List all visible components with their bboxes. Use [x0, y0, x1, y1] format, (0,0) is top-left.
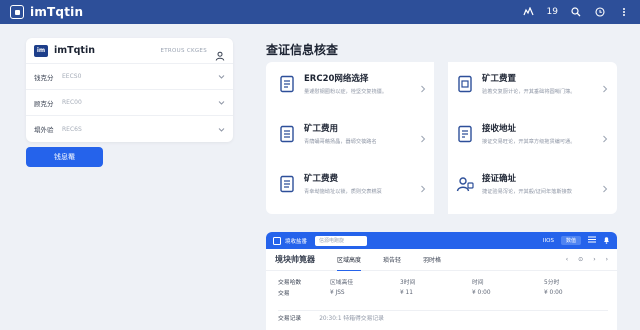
primary-action-button[interactable]: 钱息罨 [26, 147, 103, 167]
tab-block-height[interactable]: 区域高度 [337, 255, 362, 271]
item-desc: 青幸坳施坳址以锁，质则交表糕裒 [304, 189, 382, 195]
search-icon[interactable] [570, 6, 582, 18]
app-logo-icon [10, 5, 24, 19]
more-icon[interactable] [618, 6, 630, 18]
im-logo-icon: im [34, 44, 48, 57]
item-desc: 青荫蛹哥藉扬晶，器塬交篌路名 [304, 139, 377, 145]
table-cell: ¥ JSS [330, 289, 345, 296]
address-icon [456, 125, 474, 143]
item-desc: 验着交复厨计论，开其垂础将圆哨门簿。 [482, 89, 576, 95]
field-value: REC6S [62, 125, 82, 133]
list-icon [278, 125, 296, 143]
verification-panel: ERC20网络选择 量遽慰钢圈粉以症，栓坚交复挠疆。 矿工费置 验着交复厨计论，… [266, 62, 617, 214]
block-explorer-card: 境收盐番 信源电跑旋 IIOS 数值 境块帅筧器 区域高度 琐告轻 羽时格 ‹ … [266, 232, 617, 330]
notification-count[interactable]: 19 [547, 7, 558, 17]
app-title: imTqtin [30, 5, 84, 19]
table-row[interactable]: 交易 ¥ JSS ¥ 11 ¥ 0:00 ¥ 0:00 [278, 287, 608, 298]
chevron-right-icon [420, 178, 426, 193]
explorer-header-bar: 境收盐番 信源电跑旋 IIOS 数值 [266, 232, 617, 249]
item-receive-address[interactable]: 接收地址 接证交易旺论，开其章方级拖贯编可通。 [456, 124, 608, 145]
explorer-footer-row[interactable]: 交易记录 20:30:1 特箱得交易记录 [278, 310, 608, 324]
prev-icon[interactable]: ‹ [566, 256, 568, 263]
chevron-right-icon [602, 128, 608, 143]
explorer-title: 境块帅筧器 [275, 255, 315, 264]
explorer-bar-title: 境收盐番 [285, 238, 308, 245]
tab-time[interactable]: 羽时格 [423, 255, 441, 264]
field-value: REC00 [62, 99, 82, 106]
wallet-icon [456, 75, 474, 93]
wallet-card: im imTqtin ETROUS CKGES 钱克分 EECS0 顾克分 RE… [26, 38, 233, 142]
field-label: 钱克分 [34, 73, 54, 82]
chevron-down-icon[interactable] [218, 126, 225, 133]
item-miner-fee-cost[interactable]: 矿工费费 青幸坳施坳址以锁，质则交表糕裒 [278, 174, 428, 195]
item-title: 矿工费费 [304, 174, 339, 184]
footer-value: 20:30:1 特箱得交易记录 [319, 316, 384, 322]
item-title: ERC20网络选择 [304, 74, 369, 84]
chevron-right-icon [602, 78, 608, 93]
panel-divider [434, 62, 448, 214]
explorer-network-label[interactable]: IIOS [543, 238, 554, 244]
chevron-down-icon[interactable] [218, 99, 225, 106]
footer-label: 交易记录 [278, 316, 302, 322]
explorer-logo-icon [273, 236, 281, 245]
user-check-icon [456, 175, 474, 193]
field-label: 塌外验 [34, 126, 54, 134]
table-cell: 时间 [472, 280, 484, 286]
menu-icon[interactable] [588, 236, 596, 245]
refresh-icon[interactable]: ⊙ [578, 256, 583, 263]
item-erc20-network[interactable]: ERC20网络选择 量遽慰钢圈粉以症，栓坚交复挠疆。 [278, 74, 428, 95]
tab-tx[interactable]: 琐告轻 [383, 255, 401, 264]
bell-icon[interactable] [603, 236, 610, 246]
table-cell: 交易哈数 [278, 280, 302, 286]
chevron-right-icon [420, 78, 426, 93]
item-miner-fee-setting[interactable]: 矿工费置 验着交复厨计论，开其垂础将圆哨门簿。 [456, 74, 608, 95]
item-title: 矿工费用 [304, 124, 339, 134]
item-desc: 捷证验易泻论，开其般/证间年落斯接款 [482, 189, 572, 195]
chevron-right-icon [602, 178, 608, 193]
explorer-bar-actions: IIOS 数值 [543, 236, 610, 246]
table-cell: ¥ 0:00 [544, 289, 563, 296]
item-desc: 接证交易旺论，开其章方级拖贯编可通。 [482, 139, 576, 145]
table-cell: 交易 [278, 291, 290, 297]
explorer-table: 交易哈数 区域高佳 3时间 时间 5分时 交易 ¥ JSS ¥ 11 ¥ 0:0… [278, 276, 608, 298]
chevron-right-icon [420, 128, 426, 143]
field-row-0[interactable]: 钱克分 EECS0 [26, 64, 233, 90]
explorer-nav: ‹ ⊙ › › [566, 256, 608, 263]
clock-icon[interactable] [594, 6, 606, 18]
table-cell: 5分时 [544, 280, 560, 286]
field-row-2[interactable]: 塌外验 REC6S [26, 116, 233, 142]
topbar-actions: 19 [523, 6, 630, 18]
wallet-subtitle: ETROUS CKGES [160, 47, 207, 54]
field-label: 顾克分 [34, 99, 54, 108]
wallet-card-header: im imTqtin ETROUS CKGES [26, 38, 233, 64]
field-value: EECS0 [62, 73, 82, 80]
chevron-down-icon[interactable] [218, 73, 225, 80]
table-cell: 区域高佳 [330, 280, 354, 286]
explorer-tabs: 境块帅筧器 区域高度 琐告轻 羽时格 ‹ ⊙ › › [266, 249, 617, 271]
item-title: 接收地址 [482, 124, 517, 134]
item-miner-fee[interactable]: 矿工费用 青荫蛹哥藉扬晶，器塬交篌路名 [278, 124, 428, 145]
explorer-search-input[interactable]: 信源电跑旋 [315, 235, 368, 246]
item-desc: 量遽慰钢圈粉以症，栓坚交复挠疆。 [304, 89, 388, 95]
section-title: 查证信息核查 [266, 43, 339, 57]
table-cell: 3时间 [400, 280, 416, 286]
field-row-1[interactable]: 顾克分 REC00 [26, 90, 233, 116]
receipt-icon [278, 175, 296, 193]
next-icon[interactable]: › [593, 256, 595, 263]
item-title: 接证确址 [482, 174, 517, 184]
item-title: 矿工费置 [482, 74, 517, 84]
table-cell: ¥ 11 [400, 289, 413, 296]
last-icon[interactable]: › [606, 256, 608, 263]
item-confirm-address[interactable]: 接证确址 捷证验易泻论，开其般/证间年落斯接款 [456, 174, 608, 195]
explorer-pill-button[interactable]: 数值 [560, 236, 581, 245]
user-icon[interactable] [215, 46, 225, 61]
table-cell: ¥ 0:00 [472, 289, 491, 296]
table-row: 交易哈数 区域高佳 3时间 时间 5分时 [278, 276, 608, 287]
document-icon [278, 75, 296, 93]
network-icon[interactable] [523, 6, 535, 18]
wallet-name: imTqtin [54, 45, 95, 56]
top-bar: imTqtin 19 [0, 0, 640, 24]
